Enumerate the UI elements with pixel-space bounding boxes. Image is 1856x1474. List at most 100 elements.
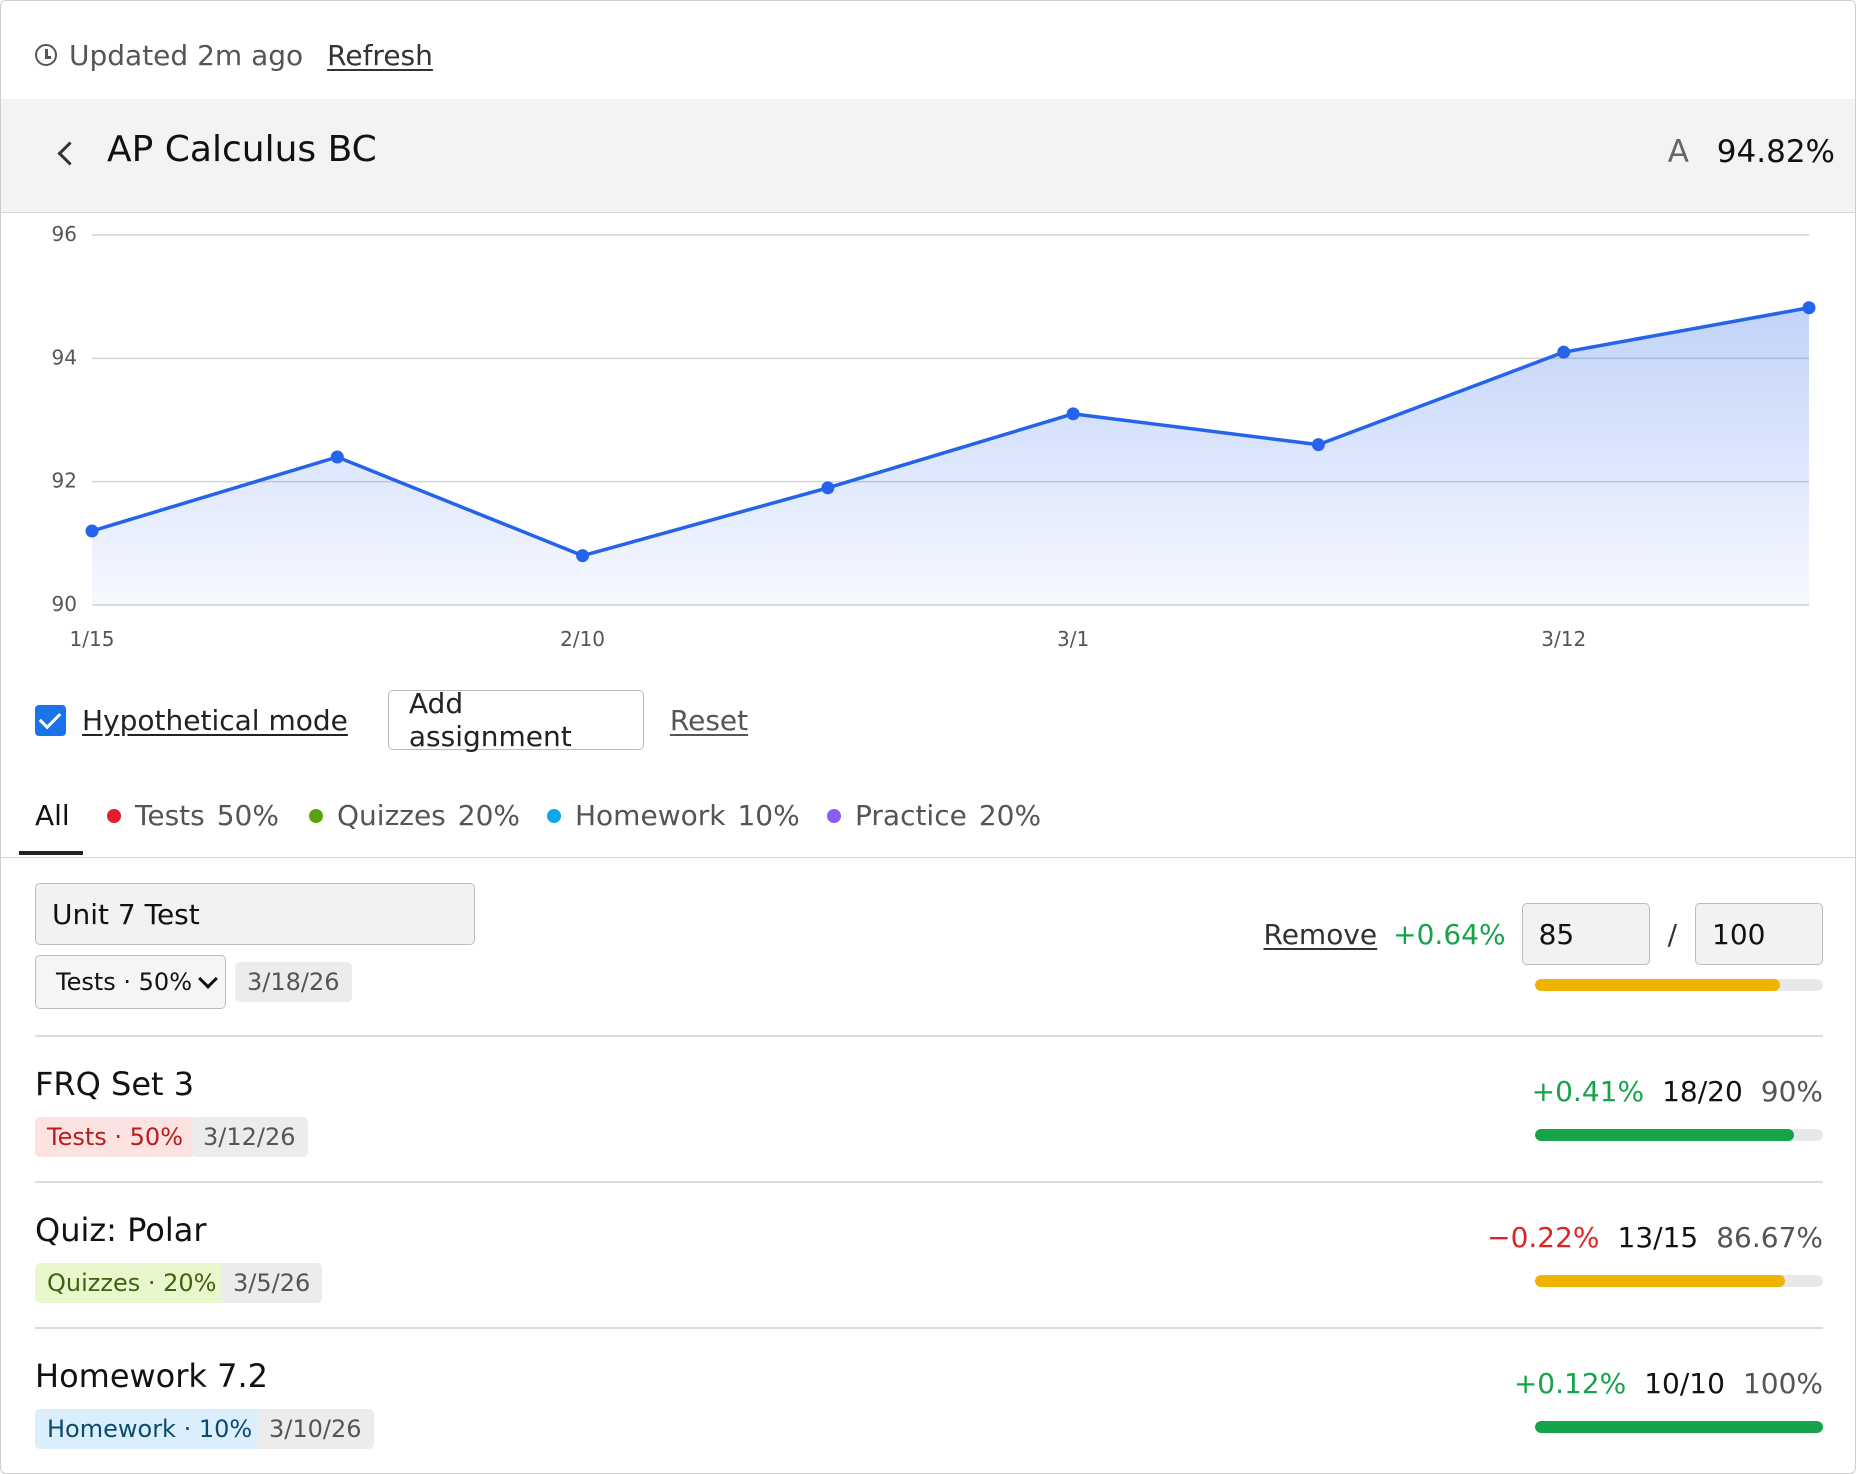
tab-homework[interactable]: Homework 10% — [547, 799, 800, 832]
date-chip: 3/18/26 — [235, 962, 352, 1002]
y-tick-label: 90 — [52, 592, 77, 616]
data-point — [1557, 345, 1571, 359]
row-divider — [35, 1181, 1823, 1183]
score-percent: 100% — [1742, 1367, 1823, 1400]
score-bar-fill — [1535, 1421, 1823, 1433]
data-point — [821, 481, 835, 495]
quizzes-dot-icon — [309, 808, 323, 823]
back-chevron-icon[interactable] — [53, 139, 83, 169]
tab-weight: 20% — [457, 799, 521, 832]
assignment-name: Homework 7.2 — [35, 1357, 268, 1395]
data-point — [1802, 301, 1816, 315]
tab-label: Practice — [855, 799, 967, 832]
category-tabs: All Tests 50% Quizzes 20% Homework 10% P… — [1, 781, 1855, 858]
status-bar: Updated 2m ago Refresh — [35, 35, 433, 75]
score-bar-fill — [1535, 1275, 1785, 1287]
hypothetical-checkbox[interactable] — [35, 704, 66, 736]
tab-weight: 10% — [737, 799, 800, 832]
chevron-down-icon — [198, 969, 218, 989]
hypothetical-controls: Hypothetical mode Add assignment Reset — [35, 687, 748, 753]
tab-practice[interactable]: Practice 20% — [827, 799, 1041, 832]
remove-link[interactable]: Remove — [1264, 918, 1378, 951]
grade-percent: 94.82% — [1716, 134, 1835, 170]
grade-delta: +0.64% — [1393, 917, 1506, 951]
date-chip: 3/5/26 — [221, 1263, 323, 1303]
data-point — [576, 549, 590, 563]
homework-dot-icon — [547, 808, 561, 823]
row-divider — [35, 1035, 1823, 1037]
tab-label: Quizzes — [337, 799, 446, 832]
grade-delta: −0.22% — [1487, 1221, 1600, 1254]
assignment-name: Quiz: Polar — [35, 1211, 207, 1249]
grade-letter: A — [1667, 134, 1689, 170]
active-tab-indicator — [19, 851, 83, 855]
refresh-link[interactable]: Refresh — [327, 39, 433, 72]
category-chip: Quizzes · 20% — [35, 1263, 229, 1303]
grade-trend-chart: 90 92 94 96 1/15 2/10 3/1 3/12 — [1, 213, 1855, 663]
updated-text: Updated 2m ago — [69, 38, 304, 72]
grade-delta: +0.41% — [1531, 1075, 1645, 1108]
points-possible-input[interactable]: 100 — [1695, 903, 1823, 965]
y-tick-label: 92 — [52, 469, 77, 493]
course-grade: A 94.82% — [1668, 134, 1835, 170]
tab-tests[interactable]: Tests 50% — [107, 799, 279, 832]
data-point — [1311, 438, 1325, 452]
category-chip: Tests · 50% — [35, 1117, 195, 1157]
course-header: AP Calculus BC A 94.82% — [1, 99, 1855, 213]
area-fill — [92, 307, 1809, 605]
hypothetical-score-controls: Remove +0.64% 85 / 100 — [1264, 903, 1823, 965]
score-bar-fill — [1535, 979, 1780, 991]
clock-icon — [35, 44, 57, 66]
data-point — [85, 524, 99, 538]
score-percent: 86.67% — [1716, 1221, 1823, 1254]
score-percent: 90% — [1760, 1075, 1823, 1108]
add-assignment-button[interactable]: Add assignment — [387, 687, 644, 753]
assignment-row[interactable]: FRQ Set 3 Tests · 50% 3/12/26 +0.41% 18/… — [35, 1065, 1823, 1175]
score-bar — [1535, 979, 1823, 991]
score-separator: / — [1667, 917, 1677, 951]
score-bar — [1535, 1421, 1823, 1433]
hypothetical-assignment-row: Tests · 50% 3/18/26 Remove +0.64% 85 / 1… — [35, 883, 1823, 1013]
tests-dot-icon — [107, 808, 121, 823]
tab-weight: 20% — [978, 799, 1042, 832]
score-bar — [1535, 1275, 1823, 1287]
score-bar — [1535, 1129, 1823, 1141]
y-tick-label: 96 — [52, 222, 77, 246]
date-chip: 3/12/26 — [191, 1117, 308, 1157]
points-earned-input[interactable]: 85 — [1521, 903, 1650, 965]
category-chip: Homework · 10% — [35, 1409, 265, 1449]
grade-delta: +0.12% — [1513, 1367, 1627, 1400]
x-tick-label: 3/1 — [1057, 627, 1089, 651]
date-chip: 3/10/26 — [257, 1409, 374, 1449]
hypothetical-label[interactable]: Hypothetical mode — [82, 704, 348, 737]
category-select[interactable]: Tests · 50% — [35, 955, 226, 1009]
x-tick-label: 3/12 — [1541, 627, 1586, 651]
data-point — [1066, 407, 1080, 421]
tab-all[interactable]: All — [35, 799, 70, 832]
data-point — [330, 450, 344, 464]
tab-quizzes[interactable]: Quizzes 20% — [309, 799, 520, 832]
chart-svg: 90 92 94 96 1/15 2/10 3/1 3/12 — [52, 222, 1816, 651]
score-summary: +0.41% 18/20 90% — [1532, 1075, 1823, 1108]
score-fraction: 10/10 — [1644, 1367, 1725, 1400]
y-tick-label: 94 — [52, 345, 77, 369]
assignment-row[interactable]: Homework 7.2 Homework · 10% 3/10/26 +0.1… — [35, 1357, 1823, 1467]
row-divider — [35, 1327, 1823, 1329]
score-summary: −0.22% 13/15 86.67% — [1487, 1221, 1823, 1254]
tab-weight: 50% — [216, 799, 279, 832]
reset-link[interactable]: Reset — [670, 704, 748, 737]
tab-label: All — [35, 799, 70, 832]
score-fraction: 18/20 — [1662, 1075, 1743, 1108]
course-title: AP Calculus BC — [107, 129, 377, 170]
score-bar-fill — [1535, 1129, 1795, 1141]
tab-label: Homework — [575, 799, 726, 832]
assignment-name-input[interactable] — [35, 883, 475, 945]
score-fraction: 13/15 — [1617, 1221, 1699, 1254]
practice-dot-icon — [827, 808, 841, 823]
assignment-row[interactable]: Quiz: Polar Quizzes · 20% 3/5/26 −0.22% … — [35, 1211, 1823, 1321]
x-tick-label: 2/10 — [560, 627, 605, 651]
gradebook-panel: Updated 2m ago Refresh AP Calculus BC A … — [0, 0, 1856, 1474]
score-summary: +0.12% 10/10 100% — [1514, 1367, 1823, 1400]
category-select-value: Tests · 50% — [56, 968, 192, 996]
assignment-name: FRQ Set 3 — [35, 1065, 195, 1103]
